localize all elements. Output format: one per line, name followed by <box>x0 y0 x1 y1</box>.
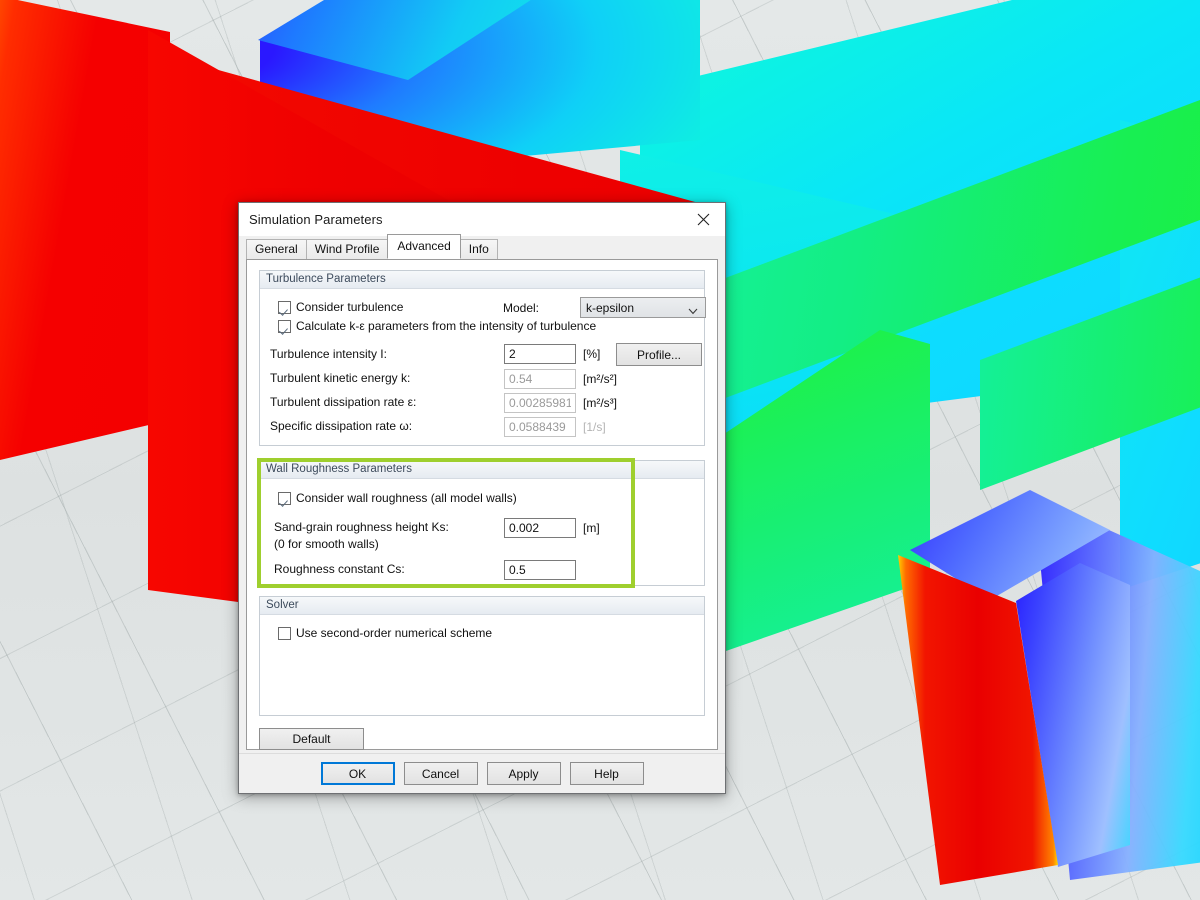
model-select[interactable]: k-epsilon <box>580 297 706 318</box>
consider-turbulence-checkbox[interactable]: Consider turbulence <box>278 300 403 314</box>
model-label: Model: <box>503 301 539 315</box>
group-turbulence-parameters: Turbulence Parameters Consider turbulenc… <box>259 270 705 446</box>
consider-turbulence-label: Consider turbulence <box>296 300 403 314</box>
calculate-ke-label: Calculate k-ε parameters from the intens… <box>296 319 596 333</box>
sand-grain-label: Sand-grain roughness height Ks: <box>274 520 449 534</box>
dialog-tab-strip: General Wind Profile Advanced Info <box>246 236 719 259</box>
specific-dissipation-unit: [1/s] <box>583 420 606 434</box>
tab-wind-profile[interactable]: Wind Profile <box>306 239 389 259</box>
chevron-down-icon <box>688 304 698 318</box>
turbulence-intensity-input[interactable] <box>504 344 576 364</box>
group-wall-roughness-parameters: Wall Roughness Parameters Consider wall … <box>259 460 705 586</box>
checkbox-box-calculate-ke <box>278 320 291 333</box>
dialog-titlebar[interactable]: Simulation Parameters <box>239 203 725 236</box>
roughness-constant-input[interactable] <box>504 560 576 580</box>
tab-page-advanced: Turbulence Parameters Consider turbulenc… <box>246 259 718 750</box>
tab-info[interactable]: Info <box>460 239 498 259</box>
turbulence-intensity-label: Turbulence intensity I: <box>270 347 387 361</box>
roughness-constant-label: Roughness constant Cs: <box>274 562 405 576</box>
sand-grain-sublabel: (0 for smooth walls) <box>274 537 379 551</box>
tab-advanced[interactable]: Advanced <box>387 234 460 259</box>
sand-grain-unit: [m] <box>583 521 600 535</box>
turbulence-intensity-unit: [%] <box>583 347 600 361</box>
kinetic-energy-input <box>504 369 576 389</box>
default-button[interactable]: Default <box>259 728 364 750</box>
tab-general[interactable]: General <box>246 239 307 259</box>
dissipation-rate-label: Turbulent dissipation rate ε: <box>270 395 416 409</box>
group-title-turbulence: Turbulence Parameters <box>260 271 704 289</box>
profile-button[interactable]: Profile... <box>616 343 702 366</box>
dissipation-rate-unit: [m²/s³] <box>583 396 617 410</box>
second-order-scheme-checkbox[interactable]: Use second-order numerical scheme <box>278 626 492 640</box>
dialog-title: Simulation Parameters <box>249 212 383 227</box>
checkbox-box-consider-turbulence <box>278 301 291 314</box>
ok-button[interactable]: OK <box>321 762 395 785</box>
specific-dissipation-input <box>504 417 576 437</box>
checkbox-box-consider-wall-roughness <box>278 492 291 505</box>
specific-dissipation-label: Specific dissipation rate ω: <box>270 419 412 433</box>
kinetic-energy-label: Turbulent kinetic energy k: <box>270 371 410 385</box>
group-title-wall-roughness: Wall Roughness Parameters <box>260 461 704 479</box>
model-select-value: k-epsilon <box>586 301 634 315</box>
group-solver: Solver Use second-order numerical scheme <box>259 596 705 716</box>
consider-wall-roughness-checkbox[interactable]: Consider wall roughness (all model walls… <box>278 491 517 505</box>
kinetic-energy-unit: [m²/s²] <box>583 372 617 386</box>
second-order-scheme-label: Use second-order numerical scheme <box>296 626 492 640</box>
calculate-ke-checkbox[interactable]: Calculate k-ε parameters from the intens… <box>278 319 596 333</box>
help-button[interactable]: Help <box>570 762 644 785</box>
checkbox-box-second-order-scheme <box>278 627 291 640</box>
group-title-solver: Solver <box>260 597 704 615</box>
cancel-button[interactable]: Cancel <box>404 762 478 785</box>
sand-grain-input[interactable] <box>504 518 576 538</box>
simulation-parameters-dialog: Simulation Parameters General Wind Profi… <box>238 202 726 794</box>
apply-button[interactable]: Apply <box>487 762 561 785</box>
consider-wall-roughness-label: Consider wall roughness (all model walls… <box>296 491 517 505</box>
dialog-footer: OK Cancel Apply Help <box>239 753 725 793</box>
close-icon[interactable] <box>681 203 725 235</box>
dissipation-rate-input <box>504 393 576 413</box>
